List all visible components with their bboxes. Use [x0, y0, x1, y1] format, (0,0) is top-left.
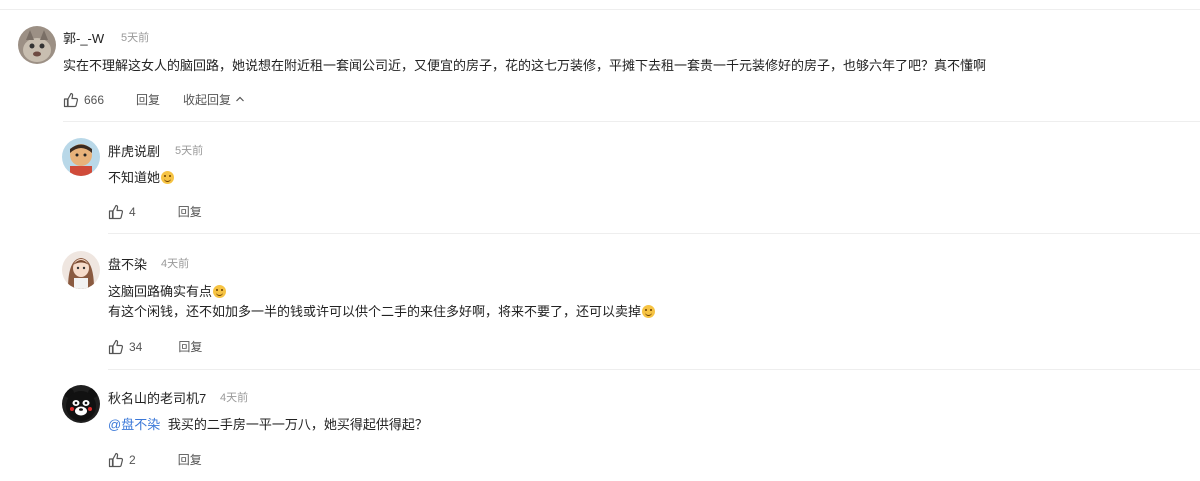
username[interactable]: 胖虎说剧: [108, 141, 160, 160]
like-count: 2: [129, 452, 136, 467]
username[interactable]: 郭-_-W: [63, 28, 104, 47]
timestamp: 4天前: [220, 392, 249, 404]
avatar[interactable]: [62, 138, 100, 176]
reply-text: 有这个闲钱，还不如加多一半的钱或许可以供个二手的来住多好啊，将来不要了，还可以卖…: [108, 302, 656, 322]
like-button[interactable]: 2: [108, 452, 136, 468]
like-count: 34: [129, 339, 143, 354]
thumbs-up-icon: [108, 452, 124, 468]
username[interactable]: 秋名山的老司机7: [108, 388, 206, 407]
reply-text-content: 我买的二手房一平一万八，她买得起供得起？: [167, 417, 428, 432]
chevron-up-icon: [235, 93, 245, 107]
timestamp: 5天前: [121, 32, 150, 44]
top-divider: [0, 9, 1200, 10]
like-button[interactable]: 4: [108, 204, 136, 220]
collapse-replies-button[interactable]: 收起回复: [183, 91, 245, 108]
like-count: 4: [129, 204, 136, 219]
avatar[interactable]: [62, 385, 100, 423]
thumbs-up-icon: [63, 92, 79, 108]
thumbs-up-icon: [108, 204, 124, 220]
avatar[interactable]: [18, 26, 56, 64]
thumbs-up-icon: [108, 339, 124, 355]
timestamp: 4天前: [161, 258, 190, 270]
smile-emoji-icon: [642, 305, 656, 318]
comment-text: 实在不理解这女人的脑回路，她说想在附近租一套闻公司近，又便宜的房子，花的这七万装…: [63, 58, 987, 73]
like-button[interactable]: 34: [108, 339, 142, 355]
mention-link[interactable]: @盘不染: [108, 417, 160, 432]
avatar[interactable]: [62, 251, 100, 289]
reply-text-line1: 这脑回路确实有点: [108, 284, 213, 299]
timestamp: 5天前: [175, 145, 204, 157]
reply-text: 这脑回路确实有点: [108, 282, 227, 302]
username[interactable]: 盘不染: [108, 254, 147, 273]
smile-emoji-icon: [213, 285, 227, 298]
collapse-replies-label: 收起回复: [183, 93, 232, 107]
reply-button[interactable]: 回复: [178, 338, 202, 355]
like-button[interactable]: 666: [63, 92, 104, 108]
divider: [108, 233, 1200, 234]
reply-text-content: 不知道她: [108, 170, 161, 185]
like-count: 666: [84, 92, 105, 107]
reply-text: @盘不染 我买的二手房一平一万八，她买得起供得起？: [108, 415, 428, 435]
reply-text: 不知道她: [108, 168, 175, 188]
divider: [108, 369, 1200, 370]
reply-button[interactable]: 回复: [136, 91, 160, 108]
divider: [63, 121, 1200, 122]
reply-button[interactable]: 回复: [178, 451, 202, 468]
reply-text-line2: 有这个闲钱，还不如加多一半的钱或许可以供个二手的来住多好啊，将来不要了，还可以卖…: [108, 304, 642, 319]
reply-button[interactable]: 回复: [178, 203, 202, 220]
smile-emoji-icon: [161, 171, 175, 184]
